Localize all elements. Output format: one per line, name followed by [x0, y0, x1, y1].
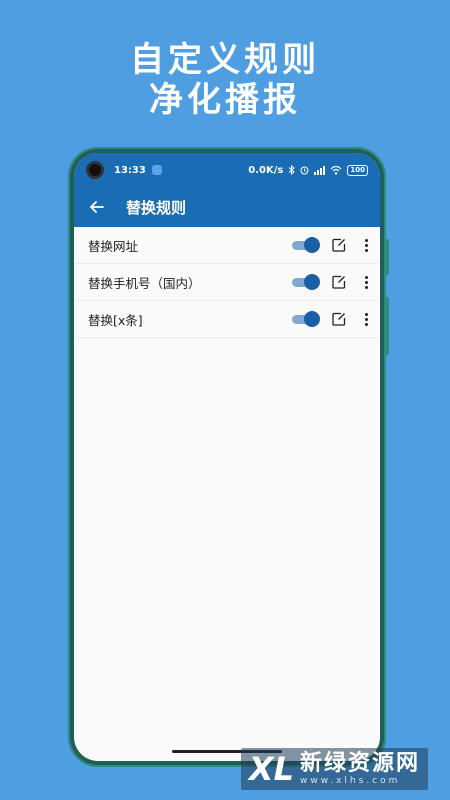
front-camera: [86, 161, 104, 179]
list-item[interactable]: 替换网址: [74, 227, 380, 264]
list-item[interactable]: 替换[x条]: [74, 301, 380, 338]
wifi-icon: [330, 165, 342, 175]
watermark-name: 新绿资源网: [299, 751, 420, 776]
rule-toggle[interactable]: [292, 237, 320, 253]
phone-screen: 13:33 0.0K/s 100 替换规则 替换网址 替换手机号（国内） 替换[…: [74, 153, 380, 761]
list-item[interactable]: 替换手机号（国内）: [74, 264, 380, 301]
watermark-text: 新绿资源网 www.xlhs.com: [299, 751, 420, 787]
notification-icon: [151, 165, 162, 175]
status-time: 13:33: [114, 164, 146, 176]
watermark: XL 新绿资源网 www.xlhs.com: [240, 748, 428, 790]
edit-icon[interactable]: [332, 238, 346, 252]
promo-title-line1: 自定义规则: [130, 40, 320, 80]
battery-icon: 100: [347, 164, 368, 176]
page-title: 替换规则: [126, 198, 187, 217]
alarm-icon: [300, 166, 309, 175]
rule-label: 替换网址: [88, 238, 139, 254]
watermark-url: www.xlhs.com: [299, 776, 401, 786]
more-vert-icon[interactable]: [364, 275, 368, 289]
more-vert-icon[interactable]: [364, 312, 368, 326]
arrow-left-icon[interactable]: [84, 194, 110, 220]
rule-label: 替换[x条]: [88, 312, 143, 328]
promo-title: 自定义规则 净化播报: [0, 40, 450, 120]
app-bar: 替换规则: [74, 187, 380, 227]
bluetooth-icon: [289, 165, 296, 175]
status-indicators: 0.0K/s 100: [248, 164, 368, 176]
toggle-thumb: [304, 274, 320, 290]
edit-icon[interactable]: [332, 312, 346, 326]
toggle-thumb: [304, 311, 320, 327]
watermark-logo: XL: [248, 750, 294, 788]
rule-label: 替换手机号（国内）: [88, 275, 201, 291]
rule-toggle[interactable]: [292, 311, 320, 327]
edit-icon[interactable]: [332, 275, 346, 289]
phone-frame: 13:33 0.0K/s 100 替换规则 替换网址 替换手机号（国内） 替换[…: [68, 147, 389, 767]
more-vert-icon[interactable]: [364, 238, 368, 252]
signal-icon: [314, 166, 326, 175]
phone-side-button: [385, 297, 389, 355]
rule-list: 替换网址 替换手机号（国内） 替换[x条]: [74, 227, 380, 338]
phone-side-button: [385, 239, 389, 275]
toggle-thumb: [304, 237, 320, 253]
network-speed: 0.0K/s: [248, 164, 284, 176]
status-bar: 13:33 0.0K/s 100: [74, 153, 380, 187]
promo-title-line2: 净化播报: [149, 80, 301, 120]
rule-toggle[interactable]: [292, 274, 320, 290]
